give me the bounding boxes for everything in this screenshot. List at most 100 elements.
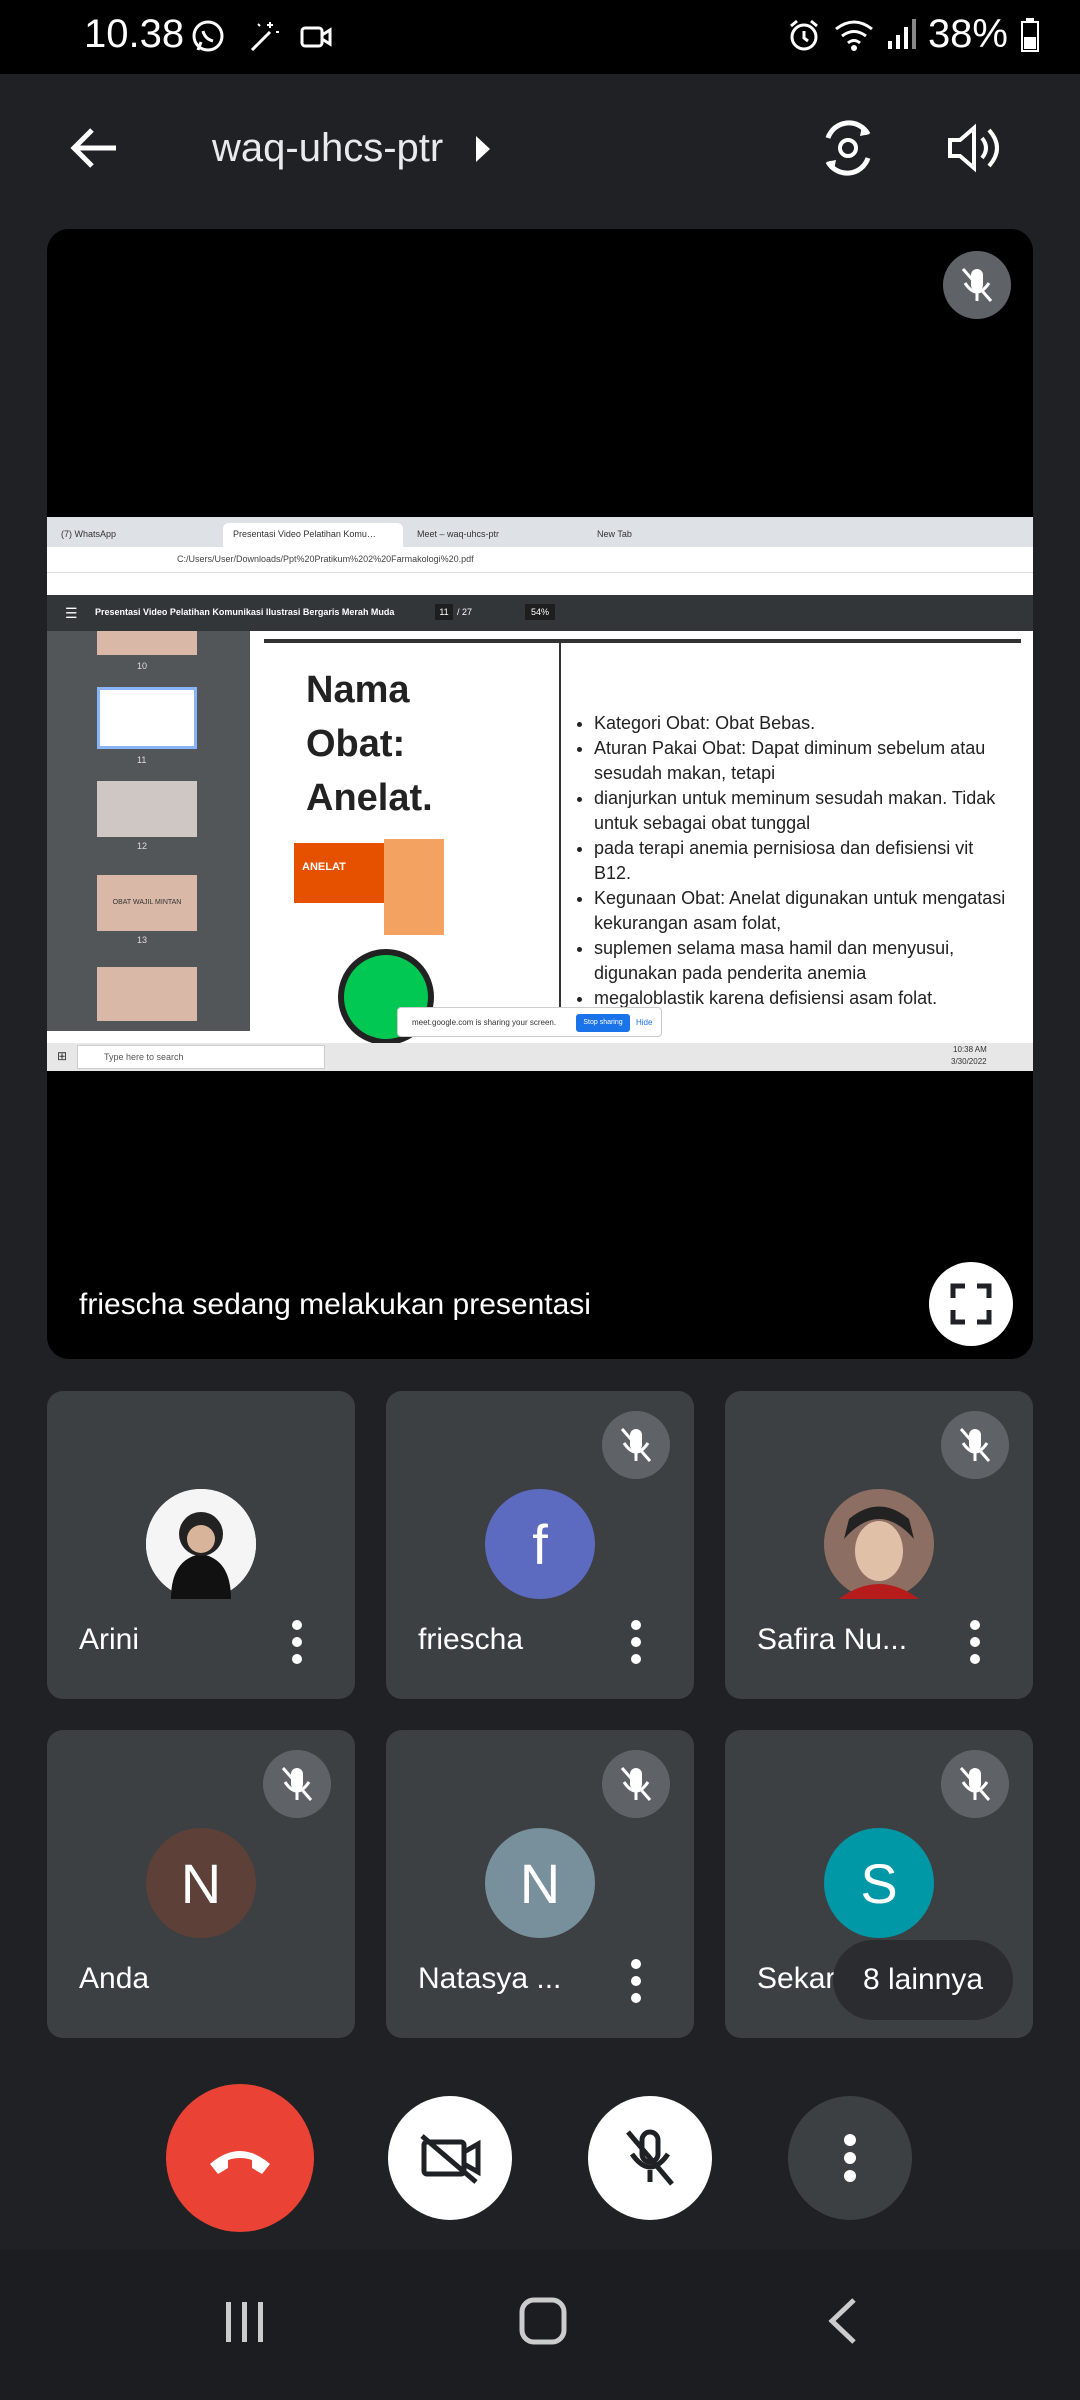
- participant-name: Arini: [79, 1623, 140, 1656]
- participant-tile[interactable]: Safira Nu...: [725, 1391, 1033, 1699]
- more-options-icon[interactable]: [965, 1617, 985, 1667]
- bullet-item: Aturan Pakai Obat: Dapat diminum sebelum…: [594, 736, 1006, 786]
- tab-whatsapp[interactable]: (7) WhatsApp: [51, 523, 221, 547]
- battery-icon: [1021, 17, 1039, 52]
- meeting-code[interactable]: waq-uhcs-ptr: [212, 126, 443, 171]
- participant-name: Anda: [79, 1962, 150, 1995]
- hide-button[interactable]: Hide: [636, 1018, 652, 1027]
- more-options-icon[interactable]: [626, 1956, 646, 2006]
- pdf-toolbar: ☰ Presentasi Video Pelatihan Komunikasi …: [47, 595, 1033, 631]
- participant-name: Safira Nu...: [757, 1623, 908, 1656]
- android-nav-bar: [0, 2250, 1080, 2400]
- participant-name: friescha: [418, 1623, 524, 1656]
- avatar: S: [824, 1828, 934, 1938]
- presentation-mic-off-icon: [943, 251, 1011, 319]
- participant-tile[interactable]: S Sekar 8 lainnya: [725, 1730, 1033, 2038]
- alarm-icon: [789, 19, 818, 50]
- battery-percent: 38%: [927, 12, 1008, 56]
- thumbnail-label-10: 10: [137, 661, 148, 671]
- avatar: N: [146, 1828, 256, 1938]
- taskbar-clock-date: 3/30/2022: [951, 1057, 987, 1066]
- bullet-item: Kategori Obat: Obat Bebas.: [594, 711, 1006, 736]
- mic-off-icon: [602, 1750, 670, 1818]
- home-icon[interactable]: [518, 2296, 568, 2346]
- participant-tile[interactable]: Arini: [47, 1391, 355, 1699]
- taskbar-search-placeholder: Type here to search: [104, 1052, 184, 1062]
- tab-new[interactable]: New Tab: [587, 523, 767, 547]
- url-text[interactable]: C:/Users/User/Downloads/Ppt%20Pratikum%2…: [177, 554, 474, 564]
- camera-off-icon: [420, 2134, 481, 2184]
- taskbar-clock-time: 10:38 AM: [953, 1045, 987, 1054]
- bullet-item: dianjurkan untuk meminum sesudah makan. …: [594, 786, 1006, 836]
- slide-title: Nama Obat: Anelat.: [306, 669, 433, 819]
- screen-share-notice: meet.google.com is sharing your screen. …: [397, 1007, 662, 1037]
- browser-tab-bar: (7) WhatsApp Presentasi Video Pelatihan …: [47, 517, 1033, 547]
- shared-screen: (7) WhatsApp Presentasi Video Pelatihan …: [47, 517, 1033, 1071]
- participant-tile-self[interactable]: N Anda: [47, 1730, 355, 2038]
- mic-off-icon: [941, 1411, 1009, 1479]
- thumbnail-13[interactable]: OBAT WAJIL MINTAN: [97, 875, 197, 931]
- fullscreen-icon: [950, 1283, 992, 1325]
- tab-presentation[interactable]: Presentasi Video Pelatihan Komu…: [223, 523, 403, 547]
- video-icon: [300, 26, 332, 48]
- browser-url-bar[interactable]: C:/Users/User/Downloads/Ppt%20Pratikum%2…: [47, 547, 1033, 573]
- page-number-input[interactable]: 11: [435, 604, 453, 620]
- thumbnail-label-11: 11: [137, 755, 147, 765]
- tab-meet[interactable]: Meet – waq-uhcs-ptr: [407, 523, 537, 547]
- wifi-icon: [835, 20, 873, 51]
- status-bar: 10.38 38%: [0, 0, 1080, 74]
- speaker-icon[interactable]: [946, 122, 1002, 174]
- camera-toggle-button[interactable]: [388, 2096, 512, 2220]
- thumbnail-label-12: 12: [137, 841, 148, 851]
- participant-name: Sekar: [757, 1962, 836, 1995]
- status-right: 38%: [786, 12, 1040, 57]
- mic-toggle-button[interactable]: [588, 2096, 712, 2220]
- page-total: / 27: [457, 607, 473, 617]
- more-options-icon[interactable]: [626, 1617, 646, 1667]
- hang-up-icon: [210, 2151, 270, 2174]
- more-options-button[interactable]: [788, 2096, 912, 2220]
- taskbar-search-input[interactable]: Type here to search: [77, 1045, 325, 1069]
- product-box-image: ANELAT: [294, 843, 384, 903]
- participant-tile[interactable]: f friescha: [386, 1391, 694, 1699]
- participant-tile[interactable]: N Natasya ...: [386, 1730, 694, 2038]
- pdf-page: Nama Obat: Anelat. ANELAT Kategori Obat:…: [264, 639, 1021, 1045]
- thumbnail-10[interactable]: [97, 631, 197, 655]
- avatar: [824, 1489, 934, 1599]
- bullet-item: Kegunaan Obat: Anelat digunakan untuk me…: [594, 886, 1006, 936]
- avatar: [146, 1489, 256, 1599]
- presentation-stage: (7) WhatsApp Presentasi Video Pelatihan …: [47, 229, 1033, 1359]
- signal-icon: [887, 18, 916, 49]
- mic-off-icon: [263, 1750, 331, 1818]
- mic-off-icon: [941, 1750, 1009, 1818]
- magic-wand-icon: [250, 22, 279, 52]
- thumbnail-12[interactable]: [97, 781, 197, 837]
- chevron-right-icon[interactable]: [474, 134, 492, 164]
- stop-sharing-button[interactable]: Stop sharing: [576, 1014, 630, 1032]
- end-call-button[interactable]: [166, 2084, 314, 2232]
- recent-apps-icon[interactable]: [220, 2296, 270, 2346]
- windows-taskbar: ⊞ Type here to search 10:38 AM 3/30/2022: [47, 1043, 1033, 1071]
- more-options-icon[interactable]: [287, 1617, 307, 1667]
- back-arrow-icon[interactable]: [70, 126, 120, 170]
- thumbnail-11[interactable]: [97, 687, 197, 749]
- product-strip-image: [384, 839, 444, 935]
- back-icon[interactable]: [824, 2296, 864, 2346]
- thumbnail-label-13: 13: [137, 935, 148, 945]
- avatar: N: [485, 1828, 595, 1938]
- switch-camera-icon[interactable]: [818, 118, 878, 178]
- mic-off-icon: [626, 2129, 674, 2186]
- pdf-thumbnails: 10 11 12 OBAT WAJIL MINTAN 13: [47, 631, 250, 1031]
- fullscreen-button[interactable]: [929, 1262, 1013, 1346]
- more-vert-icon: [844, 2134, 856, 2182]
- mic-off-icon: [602, 1411, 670, 1479]
- share-notice-text: meet.google.com is sharing your screen.: [412, 1018, 557, 1027]
- thumbnail-14[interactable]: [97, 967, 197, 1021]
- menu-icon[interactable]: ☰: [65, 605, 78, 622]
- others-count-chip[interactable]: 8 lainnya: [833, 1940, 1013, 2020]
- slide-bullets: Kategori Obat: Obat Bebas. Aturan Pakai …: [576, 711, 1006, 1011]
- avatar: f: [485, 1489, 595, 1599]
- windows-start-icon[interactable]: ⊞: [57, 1049, 67, 1063]
- status-time: 10.38: [84, 12, 185, 56]
- zoom-level[interactable]: 54%: [525, 604, 555, 620]
